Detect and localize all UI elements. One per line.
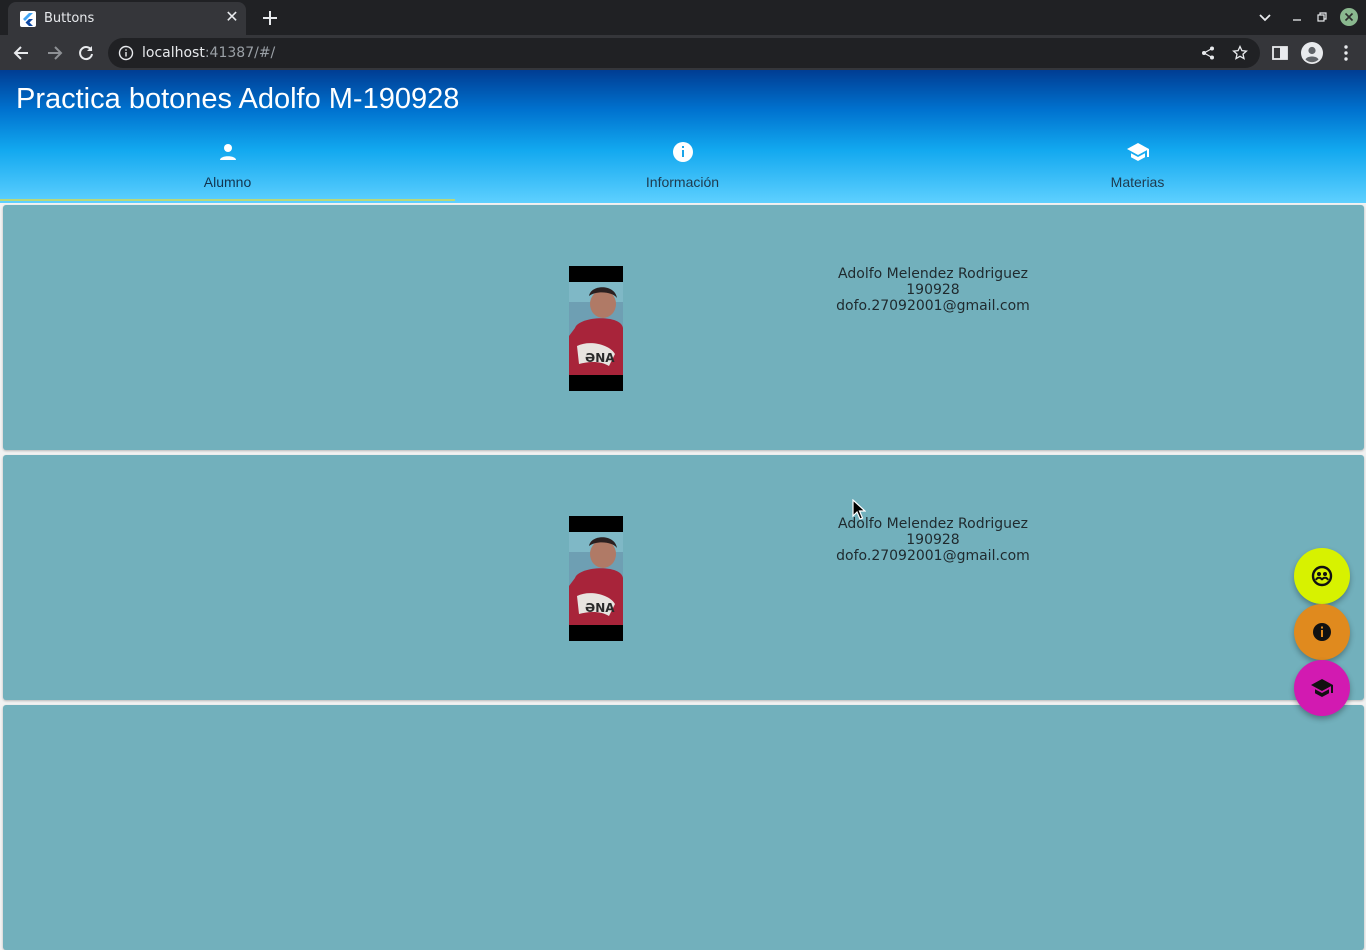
forward-icon[interactable] [44,43,64,63]
bookmark-star-icon[interactable] [1232,45,1248,61]
tab-label: Alumno [203,174,252,190]
browser-menu-icon[interactable] [1336,43,1356,63]
browser-tab[interactable]: Buttons ✕ [8,2,246,35]
app-bar: Practica botones Adolfo M-190928 Alumno … [0,70,1366,203]
tab-materias[interactable]: Materias [910,134,1365,201]
student-card: ƏNA Adolfo Melendez Rodriguez 190928 dof… [3,205,1364,450]
info-fab-button[interactable] [1294,604,1350,660]
back-icon[interactable] [12,43,32,63]
student-email: dofo.27092001@gmail.com [836,298,1030,314]
tab-label: Información [645,174,720,190]
student-photo: ƏNA [569,266,623,391]
tab-label: Materias [1110,174,1165,190]
browser-toolbar: localhost:41387/#/ [0,35,1366,70]
minimize-icon[interactable] [1289,9,1305,25]
student-info: Adolfo Melendez Rodriguez 190928 dofo.27… [783,266,1083,314]
tab-bar: Alumno Información Materias [0,134,1366,201]
side-panel-icon[interactable] [1270,43,1290,63]
page-title: Practica botones Adolfo M-190928 [16,83,460,115]
restore-icon[interactable] [1314,9,1330,25]
flutter-favicon-icon [20,11,36,27]
student-photo-image: ƏNA [569,516,623,641]
close-window-icon[interactable] [1340,8,1358,26]
profile-avatar-icon[interactable] [1301,42,1323,64]
browser-tab-title: Buttons [44,11,95,26]
svg-text:ƏNA: ƏNA [585,351,615,365]
student-photo-image: ƏNA [569,266,623,391]
info-icon [672,142,693,162]
close-tab-icon[interactable]: ✕ [224,10,240,26]
student-list: ƏNA Adolfo Melendez Rodriguez 190928 dof… [0,203,1366,950]
group-icon [1311,565,1333,587]
tab-indicator [0,199,455,201]
url-text[interactable]: localhost:41387/#/ [142,45,275,61]
school-fab-button[interactable] [1294,660,1350,716]
group-fab-button[interactable] [1294,548,1350,604]
info-icon [1313,623,1331,641]
school-icon [1311,679,1333,697]
student-photo: ƏNA [569,516,623,641]
tab-alumno[interactable]: Alumno [0,134,455,201]
url-host: localhost [142,45,205,61]
browser-tabstrip: Buttons ✕ [0,0,1366,35]
url-path: :41387/#/ [204,45,276,61]
student-name: Adolfo Melendez Rodriguez [838,266,1028,282]
student-info: Adolfo Melendez Rodriguez 190928 dofo.27… [783,516,1083,564]
svg-text:ƏNA: ƏNA [585,601,615,615]
tab-search-chevron-icon[interactable] [1257,9,1273,25]
student-id: 190928 [906,282,960,298]
person-icon [219,144,236,160]
reload-icon[interactable] [76,43,96,63]
student-name: Adolfo Melendez Rodriguez [838,516,1028,532]
student-email: dofo.27092001@gmail.com [836,548,1030,564]
mouse-cursor-icon [852,499,866,520]
tab-informacion[interactable]: Información [455,134,910,201]
student-card: ƏNA Adolfo Melendez Rodriguez 190928 dof… [3,455,1364,700]
share-icon[interactable] [1200,45,1216,61]
address-bar[interactable]: localhost:41387/#/ [108,38,1260,68]
student-id: 190928 [906,532,960,548]
school-icon [1126,143,1149,161]
student-card [3,705,1364,950]
site-info-icon[interactable] [118,45,134,61]
new-tab-icon[interactable] [260,8,280,28]
